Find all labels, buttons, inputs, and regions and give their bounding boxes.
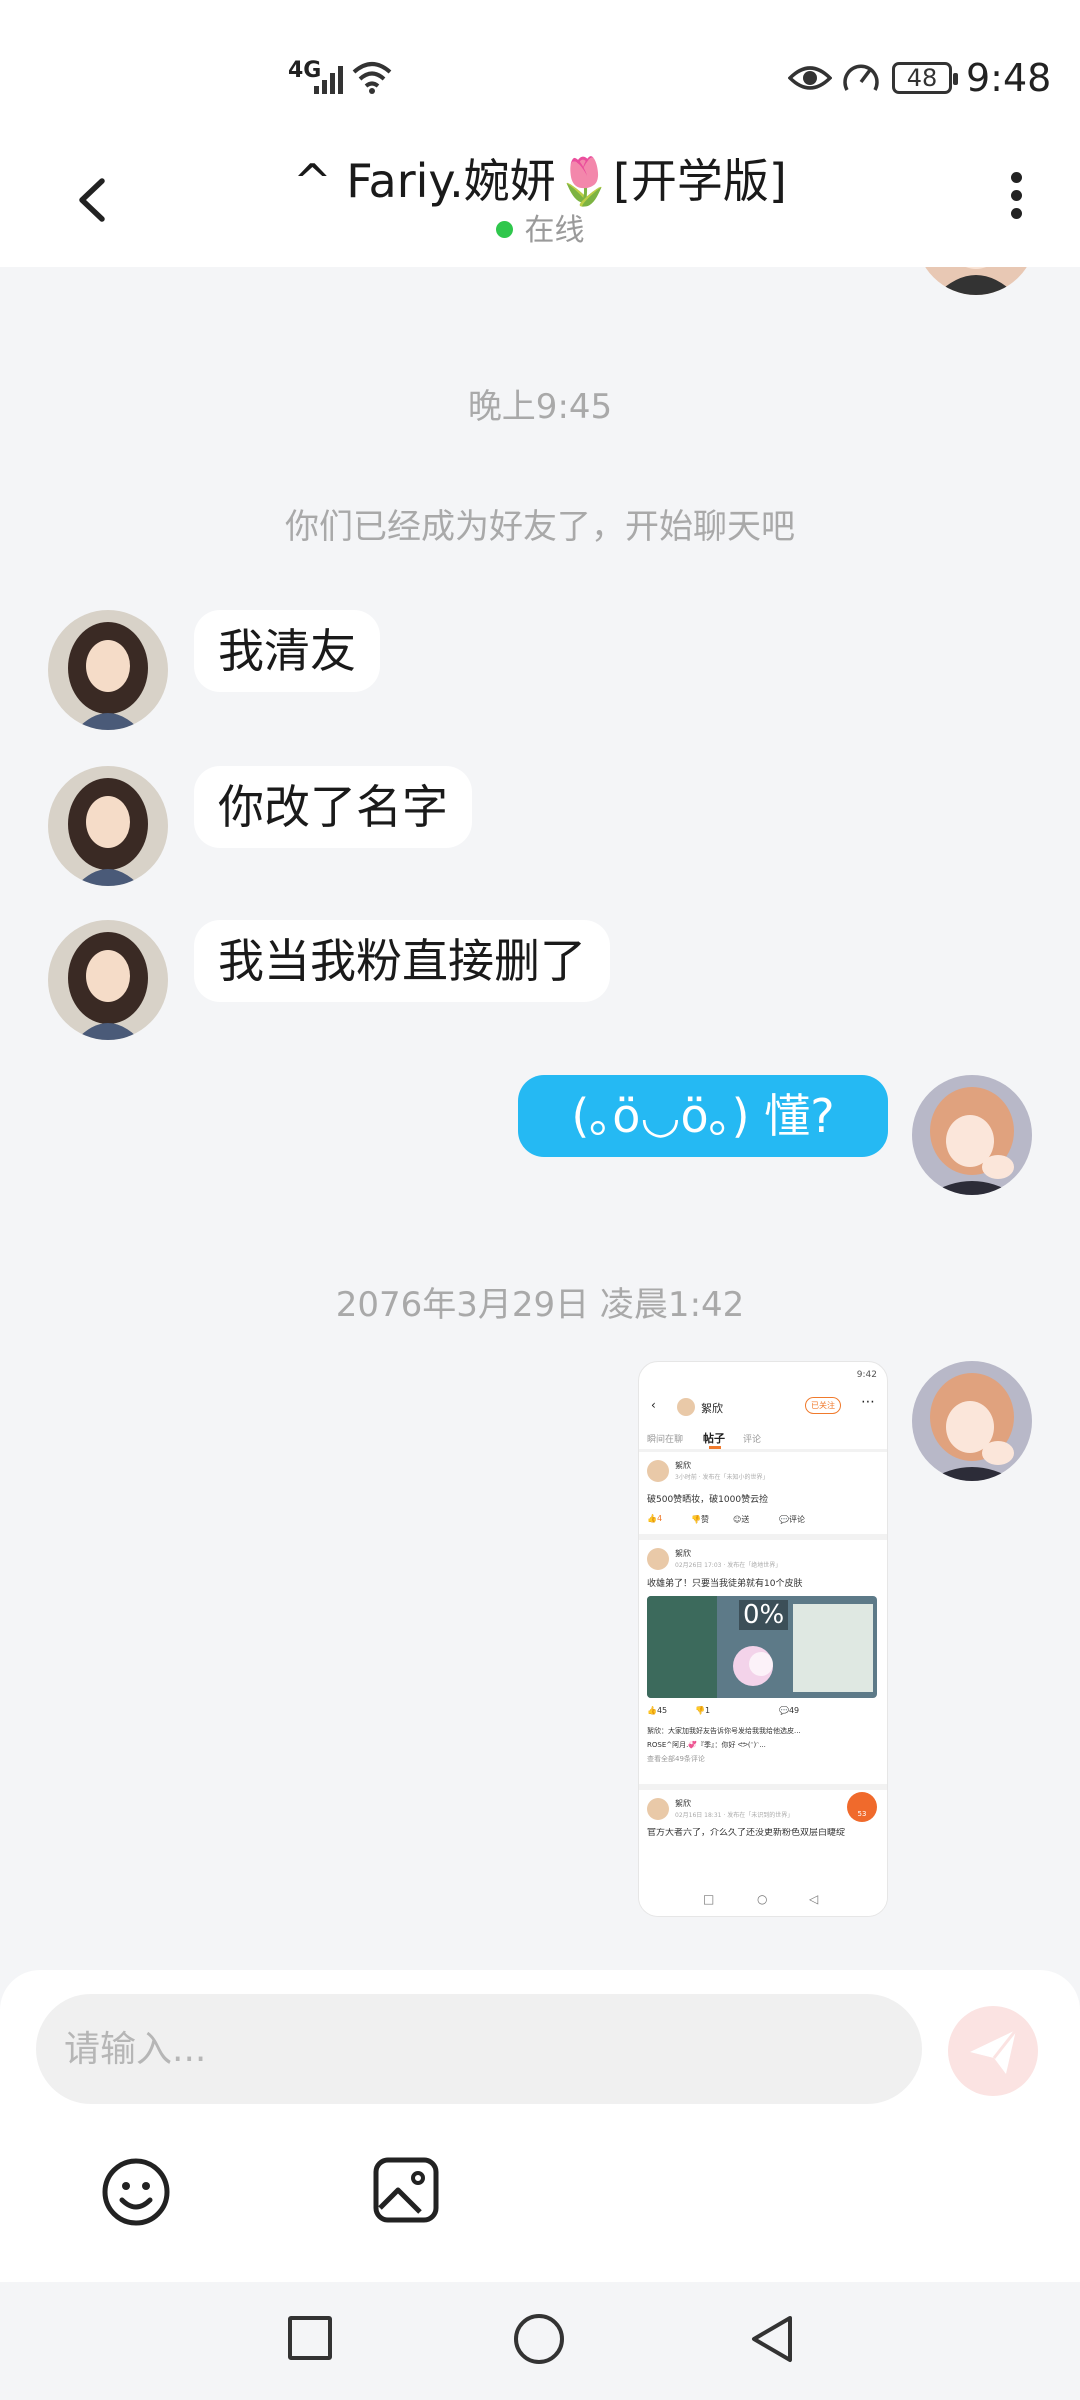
- post-text: 破500赞晒妆，破1000赞云捡: [647, 1495, 769, 1505]
- battery-indicator: 48: [892, 62, 958, 94]
- post-action: ☺送: [733, 1515, 750, 1524]
- shared-tab: 瞬间在聊: [647, 1435, 684, 1445]
- nav-back-icon[interactable]: [746, 2312, 796, 2366]
- send-button[interactable]: [948, 2006, 1038, 2096]
- message-bubble-incoming[interactable]: 你改了名字: [194, 766, 472, 848]
- shared-time: 9:42: [856, 1370, 877, 1380]
- home-button[interactable]: [514, 2314, 564, 2364]
- post-author: 絮欣: [675, 1549, 691, 1558]
- system-notice: 你们已经成为好友了，开始聊天吧: [285, 507, 795, 547]
- post-text: 官方大者六了，介么久了还没更新粉色双层白睫绽: [647, 1828, 846, 1838]
- shared-back-icon: ‹: [651, 1398, 656, 1412]
- post-action: 👎赞: [691, 1515, 709, 1524]
- clock: 9:48: [966, 56, 1052, 100]
- send-icon: [970, 2029, 1018, 2074]
- recent-apps-button[interactable]: [288, 2316, 332, 2360]
- shared-avatar: [677, 1398, 695, 1416]
- post-reply: 絮欣：大家加我好友告诉你号发给我我给他选皮...: [647, 1727, 801, 1735]
- post-meta: 02月16日 18:31 · 发布在「未识到的世界」: [675, 1812, 794, 1819]
- message-list[interactable]: 晚上9:45 你们已经成为好友了，开始聊天吧 我清友 你改了名字 我当我粉直接删…: [0, 267, 1080, 1967]
- eye-icon: [788, 66, 832, 90]
- shared-status-bar: 9:42: [639, 1362, 887, 1392]
- post-dislike-count: 👎1: [695, 1706, 711, 1715]
- my-avatar[interactable]: [912, 1361, 1032, 1481]
- contact-avatar[interactable]: [48, 610, 168, 730]
- shared-username: 絮欣: [701, 1402, 723, 1415]
- post-author: 絮欣: [675, 1799, 691, 1808]
- signal-icon: [314, 66, 343, 94]
- image-message[interactable]: 9:42 ‹ 絮欣 已关注 ⋯ 瞬间在聊 帖子 评论 絮欣 3小时前 · 发布在…: [638, 1361, 888, 1917]
- post-action: 💬评论: [779, 1515, 805, 1524]
- contact-avatar[interactable]: [48, 920, 168, 1040]
- more-options-button[interactable]: [996, 165, 1036, 235]
- post-avatar: [647, 1460, 669, 1482]
- online-status-label: 在线: [524, 213, 585, 248]
- emoji-icon[interactable]: [100, 2156, 172, 2228]
- my-avatar[interactable]: [912, 1075, 1032, 1195]
- post-avatar: [647, 1548, 669, 1570]
- status-bar: 4G 48 9:48: [0, 0, 1080, 135]
- message-bubble-incoming[interactable]: 我清友: [194, 610, 380, 692]
- timestamp: 2076年3月29日 凌晨1:42: [335, 1285, 745, 1325]
- post-comment-count: 💬49: [779, 1706, 800, 1715]
- shared-tab: 评论: [743, 1435, 762, 1445]
- shared-more-icon: ⋯: [861, 1394, 875, 1410]
- shared-follow-badge: 已关注: [805, 1397, 841, 1414]
- post-video: 0%: [647, 1596, 877, 1698]
- play-icon: [749, 1652, 773, 1676]
- shared-nav-bar: □ ○ ◁: [639, 1886, 887, 1916]
- online-status: 在线: [0, 205, 1080, 249]
- timestamp: 晚上9:45: [467, 387, 613, 427]
- my-avatar[interactable]: [916, 267, 1036, 295]
- input-panel: [0, 1970, 1080, 2282]
- post-meta: 3小时前 · 发布在「未知小的世界」: [675, 1474, 769, 1481]
- gauge-icon: [843, 64, 879, 91]
- shared-post: 絮欣 02月26日 17:03 · 发布在「绝地世界」 收雄弟了！只要当我徒弟就…: [639, 1540, 887, 1790]
- message-bubble-outgoing[interactable]: (｡ö◡ö｡) 懂?: [518, 1075, 888, 1157]
- post-avatar: [647, 1798, 669, 1820]
- contact-avatar[interactable]: [48, 766, 168, 886]
- shared-tab-active: 帖子: [703, 1432, 725, 1445]
- shared-post: 絮欣 02月16日 18:31 · 发布在「未识到的世界」 官方大者六了，介么久…: [639, 1790, 887, 1860]
- post-author: 絮欣: [675, 1461, 691, 1470]
- online-dot-icon: [495, 221, 513, 238]
- post-like-count: 👍45: [647, 1706, 668, 1715]
- post-text: 收雄弟了！只要当我徒弟就有10个皮肤: [647, 1579, 803, 1589]
- post-reply: ROSE^阿月.💞『季』：你好 ᕙᕗ(ᵔ)ᵔ...: [647, 1741, 766, 1749]
- contact-name: ^ Fariy.婉妍🌷[开学版]: [293, 154, 787, 208]
- shared-header: ‹ 絮欣 已关注 ⋯: [639, 1392, 887, 1426]
- post-meta: 02月26日 17:03 · 发布在「绝地世界」: [675, 1562, 782, 1569]
- post-like-count: 👍4: [647, 1514, 663, 1523]
- post-see-all: 查看全部49条评论: [647, 1755, 705, 1763]
- chat-header: ^ Fariy.婉妍🌷[开学版] 在线: [0, 135, 1080, 267]
- wifi-icon: [352, 62, 392, 94]
- message-bubble-incoming[interactable]: 我当我粉直接删了: [194, 920, 610, 1002]
- image-icon[interactable]: [372, 2156, 440, 2224]
- shared-tabs: 瞬间在聊 帖子 评论: [639, 1426, 887, 1452]
- video-progress: 0%: [739, 1600, 789, 1630]
- shared-post: 絮欣 3小时前 · 发布在「未知小的世界」 破500赞晒妆，破1000赞云捡 👍…: [639, 1452, 887, 1540]
- heart-badge: 53: [847, 1792, 877, 1822]
- system-nav-bar: [0, 2282, 1080, 2400]
- message-input[interactable]: [36, 1994, 922, 2104]
- tab-indicator: [709, 1446, 721, 1449]
